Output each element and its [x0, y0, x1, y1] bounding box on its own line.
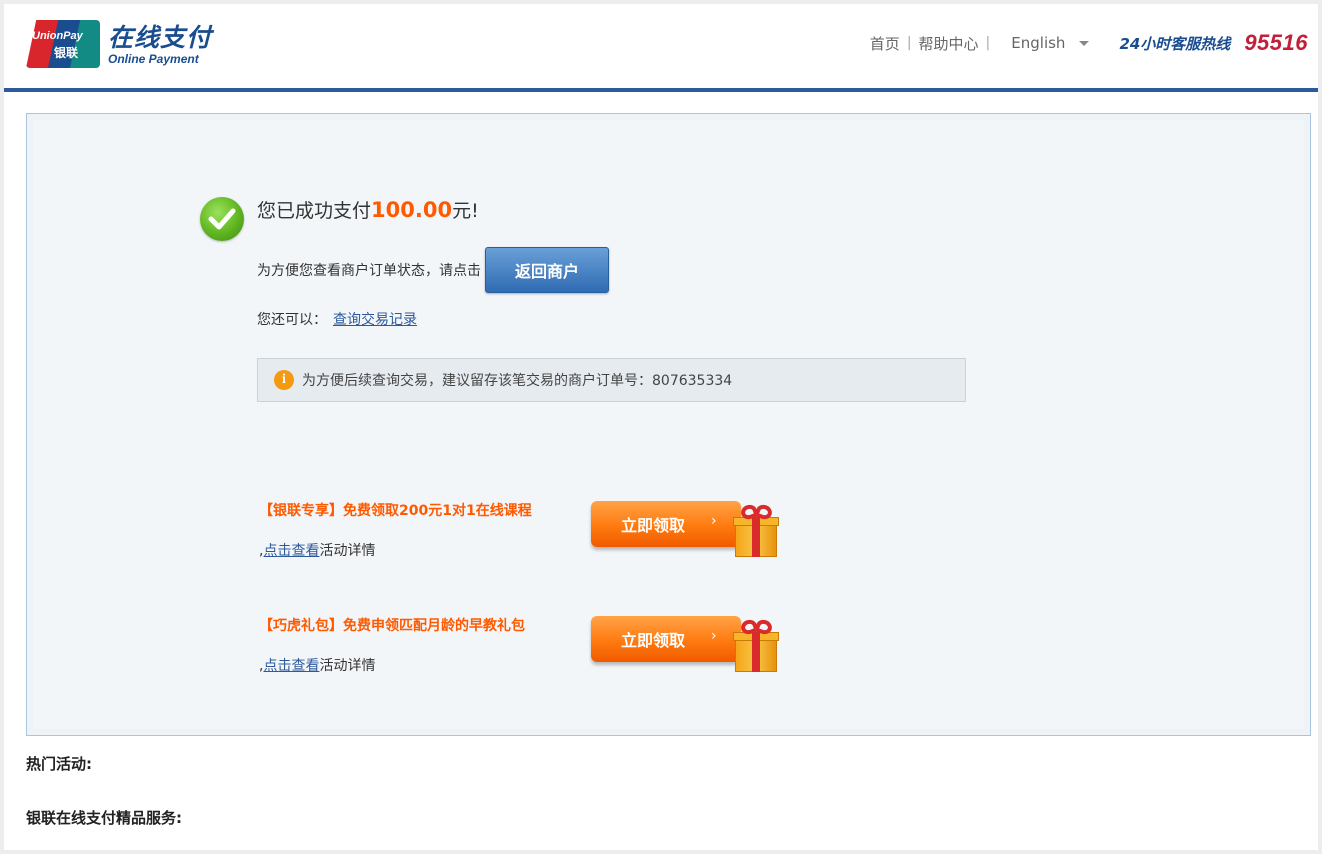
- top-nav: 首页 | 帮助中心 | English 24小时客服热线 95516: [870, 30, 1308, 55]
- payment-success-message: 您已成功支付100.00元!: [257, 198, 479, 222]
- gift-icon: [733, 617, 779, 672]
- hot-activities-heading: 热门活动:: [26, 755, 92, 773]
- logo-title-en: Online Payment: [108, 52, 199, 66]
- unionpay-logo-mark: UnionPay 银联: [26, 20, 100, 68]
- claim-now-button[interactable]: 立即领取 ›: [591, 610, 786, 675]
- nav-help-link[interactable]: 帮助中心: [919, 33, 979, 54]
- claim-button-label: 立即领取: [621, 631, 686, 650]
- also-row: 您还可以： 查询交易记录: [257, 309, 417, 329]
- return-merchant-row: 为方便您查看商户订单状态，请点击 返回商户: [257, 247, 609, 293]
- return-merchant-button[interactable]: 返回商户: [485, 247, 609, 293]
- info-icon: i: [274, 370, 294, 390]
- promo-view-link[interactable]: 点击查看: [263, 658, 319, 674]
- language-dropdown[interactable]: English: [1011, 34, 1090, 52]
- gift-icon: [733, 502, 779, 557]
- chevron-right-icon: ›: [711, 628, 717, 644]
- promo-detail: ,点击查看活动详情: [259, 543, 376, 559]
- promo-detail: ,点击查看活动详情: [259, 658, 376, 674]
- promo-title: 【巧虎礼包】免费申领匹配月龄的早教礼包: [259, 618, 525, 634]
- nav-separator: |: [985, 35, 991, 51]
- query-transactions-link[interactable]: 查询交易记录: [333, 312, 417, 328]
- nav-separator: |: [906, 35, 912, 51]
- logo-title-cn: 在线支付: [108, 23, 213, 52]
- order-number-notice: i 为方便后续查询交易，建议留存该笔交易的商户订单号：807635334: [257, 358, 966, 402]
- header-divider: [4, 88, 1318, 92]
- unionpay-logo[interactable]: UnionPay 银联 在线支付 Online Payment: [26, 18, 226, 70]
- claim-button-label: 立即领取: [621, 516, 686, 535]
- logo-mark-text-cn: 银联: [54, 46, 79, 60]
- language-label: English: [1011, 34, 1066, 52]
- claim-now-button[interactable]: 立即领取 ›: [591, 495, 786, 560]
- header: UnionPay 银联 在线支付 Online Payment 首页 | 帮助中…: [4, 4, 1318, 92]
- payment-result-panel: 您已成功支付100.00元! 为方便您查看商户订单状态，请点击 返回商户 您还可…: [26, 113, 1311, 736]
- promo-item: 【银联专享】免费领取200元1对1在线课程 ,点击查看活动详情 立即领取 ›: [259, 500, 799, 570]
- hotline-label: 24小时客服热线: [1119, 34, 1231, 53]
- notice-text: 为方便后续查询交易，建议留存该笔交易的商户订单号：807635334: [302, 373, 733, 389]
- nav-home-link[interactable]: 首页: [870, 33, 900, 54]
- promo-view-link[interactable]: 点击查看: [263, 543, 319, 559]
- promo-title: 【银联专享】免费领取200元1对1在线课程: [259, 503, 532, 519]
- page: UnionPay 银联 在线支付 Online Payment 首页 | 帮助中…: [4, 4, 1318, 850]
- logo-mark-text-en: UnionPay: [32, 30, 83, 42]
- payment-amount: 100.00: [371, 198, 453, 222]
- hotline-number: 95516: [1244, 30, 1308, 55]
- premium-services-heading: 银联在线支付精品服务:: [26, 809, 182, 827]
- promo-item: 【巧虎礼包】免费申领匹配月龄的早教礼包 ,点击查看活动详情 立即领取 ›: [259, 615, 799, 685]
- also-label: 您还可以：: [257, 312, 327, 328]
- checkmark-icon: [200, 197, 244, 241]
- chevron-down-icon: [1079, 40, 1090, 46]
- return-prompt: 为方便您查看商户订单状态，请点击: [257, 263, 481, 279]
- chevron-right-icon: ›: [711, 513, 717, 529]
